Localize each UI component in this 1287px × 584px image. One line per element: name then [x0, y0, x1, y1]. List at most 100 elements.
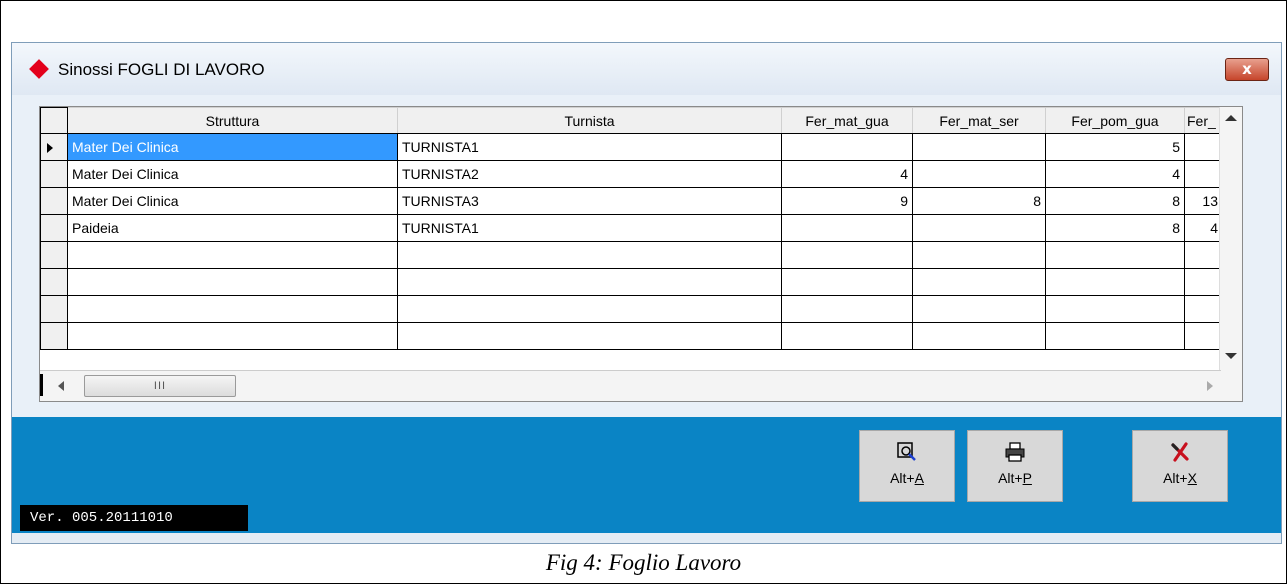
scroll-right-arrow-icon[interactable]: [1207, 381, 1213, 391]
empty-row[interactable]: [40, 268, 1223, 296]
cell-fer-mat-ser[interactable]: 8: [912, 187, 1046, 215]
empty-cell[interactable]: [781, 268, 913, 296]
column-header-turnista[interactable]: Turnista: [397, 107, 782, 134]
search-button[interactable]: Alt+A: [859, 430, 955, 502]
current-row-indicator: [40, 133, 68, 161]
close-button[interactable]: x: [1225, 58, 1269, 81]
cell-struttura[interactable]: Mater Dei Clinica: [67, 160, 398, 188]
cell-turnista[interactable]: TURNISTA1: [397, 214, 782, 242]
empty-cell[interactable]: [67, 268, 398, 296]
empty-cell[interactable]: [67, 322, 398, 350]
table-row[interactable]: Paideia TURNISTA1 8 4: [40, 214, 1223, 242]
cell-struttura[interactable]: Mater Dei Clinica: [67, 187, 398, 215]
empty-cell[interactable]: [397, 322, 782, 350]
cell-fer-mat-gua[interactable]: 9: [781, 187, 913, 215]
empty-cell[interactable]: [912, 322, 1046, 350]
cell-fer-extra[interactable]: 4: [1184, 214, 1223, 242]
empty-cell[interactable]: [1184, 268, 1223, 296]
cell-fer-mat-gua[interactable]: [781, 133, 913, 161]
cell-fer-pom-gua[interactable]: 8: [1045, 214, 1185, 242]
empty-cell[interactable]: [67, 241, 398, 269]
search-icon: [860, 441, 954, 465]
table-row[interactable]: Mater Dei Clinica TURNISTA2 4 4: [40, 160, 1223, 188]
cell-struttura[interactable]: Paideia: [67, 214, 398, 242]
empty-row[interactable]: [40, 322, 1223, 350]
data-grid[interactable]: Struttura Turnista Fer_mat_gua Fer_mat_s…: [39, 106, 1243, 402]
row-indicator: [40, 187, 68, 215]
empty-cell[interactable]: [781, 241, 913, 269]
cell-fer-extra[interactable]: 13: [1184, 187, 1223, 215]
empty-cell[interactable]: [781, 322, 913, 350]
title-bar: Sinossi FOGLI DI LAVORO x: [12, 43, 1281, 95]
table-row[interactable]: Mater Dei Clinica TURNISTA3 9 8 8 13: [40, 187, 1223, 215]
grid-table: Struttura Turnista Fer_mat_gua Fer_mat_s…: [40, 107, 1223, 350]
cell-fer-pom-gua[interactable]: 5: [1045, 133, 1185, 161]
cell-fer-pom-gua[interactable]: 8: [1045, 187, 1185, 215]
window-bottom-edge: [12, 533, 1281, 543]
cell-struttura[interactable]: Mater Dei Clinica: [67, 133, 398, 161]
empty-cell[interactable]: [1184, 295, 1223, 323]
empty-cell[interactable]: [1184, 241, 1223, 269]
cell-fer-extra[interactable]: [1184, 160, 1223, 188]
horizontal-scrollbar[interactable]: III: [40, 370, 1221, 401]
column-header-struttura[interactable]: Struttura: [67, 107, 398, 134]
cell-turnista[interactable]: TURNISTA1: [397, 133, 782, 161]
row-indicator: [40, 268, 68, 296]
row-indicator-header: [40, 107, 68, 134]
column-header-fer-pom-gua[interactable]: Fer_pom_gua: [1045, 107, 1185, 134]
cell-fer-mat-ser[interactable]: [912, 214, 1046, 242]
scroll-up-arrow-icon[interactable]: [1225, 115, 1237, 121]
empty-cell[interactable]: [67, 295, 398, 323]
cell-fer-mat-ser[interactable]: [912, 133, 1046, 161]
empty-row[interactable]: [40, 295, 1223, 323]
empty-cell[interactable]: [1184, 322, 1223, 350]
empty-cell[interactable]: [397, 268, 782, 296]
cell-fer-extra[interactable]: [1184, 133, 1223, 161]
empty-cell[interactable]: [1045, 322, 1185, 350]
empty-cell[interactable]: [781, 295, 913, 323]
cell-fer-mat-gua[interactable]: [781, 214, 913, 242]
cell-fer-mat-gua[interactable]: 4: [781, 160, 913, 188]
column-header-fer-mat-ser[interactable]: Fer_mat_ser: [912, 107, 1046, 134]
search-shortcut-key: A: [914, 470, 924, 486]
horizontal-scroll-thumb[interactable]: III: [84, 375, 236, 397]
cell-fer-mat-ser[interactable]: [912, 160, 1046, 188]
exit-button[interactable]: Alt+X: [1132, 430, 1228, 502]
empty-cell[interactable]: [1045, 268, 1185, 296]
header-row: Struttura Turnista Fer_mat_gua Fer_mat_s…: [40, 107, 1223, 134]
exit-shortcut-label: Alt+X: [1133, 470, 1227, 486]
empty-cell[interactable]: [397, 241, 782, 269]
empty-cell[interactable]: [397, 295, 782, 323]
row-indicator: [40, 295, 68, 323]
print-button[interactable]: Alt+P: [967, 430, 1063, 502]
printer-icon: [968, 441, 1062, 465]
row-indicator: [40, 241, 68, 269]
scroll-down-arrow-icon[interactable]: [1225, 353, 1237, 359]
exit-shortcut-prefix: Alt+: [1163, 470, 1188, 486]
scroll-left-arrow-icon[interactable]: [58, 381, 64, 391]
row-indicator: [40, 160, 68, 188]
sinossi-window: Sinossi FOGLI DI LAVORO x Struttura Turn…: [11, 42, 1282, 544]
print-shortcut-prefix: Alt+: [998, 470, 1023, 486]
empty-cell[interactable]: [912, 241, 1046, 269]
empty-cell[interactable]: [1045, 295, 1185, 323]
cell-turnista[interactable]: TURNISTA3: [397, 187, 782, 215]
column-header-fer-mat-gua[interactable]: Fer_mat_gua: [781, 107, 913, 134]
grid-edge-marker: [40, 374, 43, 396]
cell-fer-pom-gua[interactable]: 4: [1045, 160, 1185, 188]
exit-shortcut-key: X: [1187, 470, 1197, 486]
vertical-scrollbar[interactable]: [1219, 107, 1242, 373]
close-x-icon: [1133, 441, 1227, 465]
empty-cell[interactable]: [912, 268, 1046, 296]
cell-turnista[interactable]: TURNISTA2: [397, 160, 782, 188]
scrollbar-corner: [1220, 371, 1242, 401]
column-header-fer-extra[interactable]: Fer_: [1184, 107, 1223, 134]
row-indicator: [40, 214, 68, 242]
print-shortcut-label: Alt+P: [968, 470, 1062, 486]
empty-cell[interactable]: [912, 295, 1046, 323]
footer-toolbar: Alt+A Alt+P Alt+X Ver. 005.20111010: [12, 417, 1281, 533]
window-title: Sinossi FOGLI DI LAVORO: [58, 60, 265, 79]
empty-cell[interactable]: [1045, 241, 1185, 269]
empty-row[interactable]: [40, 241, 1223, 269]
table-row[interactable]: Mater Dei Clinica TURNISTA1 5: [40, 133, 1223, 161]
